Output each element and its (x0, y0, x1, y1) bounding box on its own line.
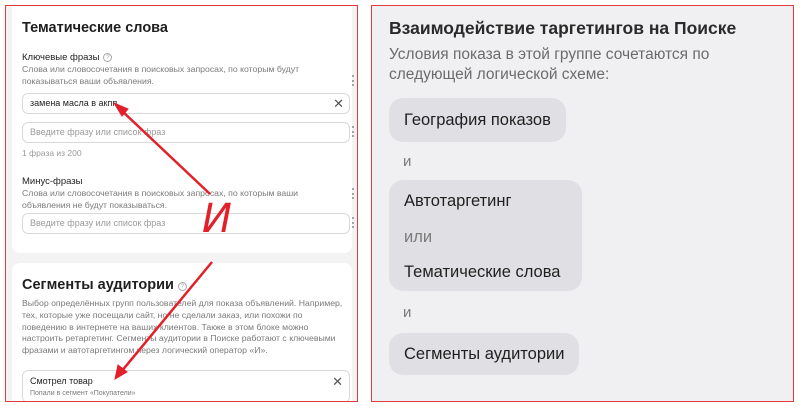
thematic-words-card: Тематические слова Ключевые фразы? Слова… (12, 6, 355, 253)
pill-geography: География показов (389, 98, 566, 142)
keywords-description: Слова или словосочетания в поисковых зап… (22, 64, 300, 86)
segment-subtitle: Попали в сегмент «Покупатели» (30, 390, 136, 397)
more-vertical-icon[interactable] (351, 188, 355, 199)
help-icon[interactable]: ? (103, 53, 113, 62)
remove-segment-icon[interactable]: ✕ (332, 374, 343, 390)
pill-segments: Сегменты аудитории (389, 333, 580, 375)
segment-name: Смотрел товар (30, 376, 93, 386)
more-vertical-icon[interactable] (351, 75, 355, 86)
segment-chip[interactable]: Смотрел товар Попали в сегмент «Покупате… (22, 370, 350, 401)
logic-title: Взаимодействие таргетингов на Поиске (389, 18, 737, 38)
keyword-phrase-input[interactable]: замена масла в акпп ✕ (22, 93, 350, 114)
logic-subtitle: Условия показа в этой группе сочетаются … (389, 46, 710, 83)
autotargeting-label: Автотаргетинг (404, 192, 512, 210)
section-title-audience: Сегменты аудитории? (22, 277, 187, 293)
operator-and: и (403, 153, 412, 170)
section-title-thematic: Тематические слова (22, 20, 168, 36)
pill-autotargeting-or-thematic: Автотаргетинг или Тематические слова (389, 180, 582, 291)
more-vertical-icon[interactable] (351, 126, 355, 137)
clear-icon[interactable]: ✕ (333, 94, 344, 113)
minus-phrase-input[interactable]: Введите фразу или список фраз (22, 213, 350, 234)
operator-or: или (404, 228, 433, 246)
more-vertical-icon[interactable] (351, 217, 355, 228)
right-logic-panel: Взаимодействие таргетингов на Поиске Усл… (371, 5, 794, 402)
new-phrase-input[interactable]: Введите фразу или список фраз (22, 122, 350, 143)
keyword-phrase-value: замена масла в акпп (30, 98, 118, 108)
keywords-label: Ключевые фразы? (22, 52, 113, 63)
minus-phrases-description: Слова или словосочетания в поисковых зап… (22, 188, 299, 210)
help-icon[interactable]: ? (177, 282, 187, 291)
operator-and: и (403, 304, 412, 321)
annotation-and-letter: И (202, 196, 232, 242)
thematic-label: Тематические слова (404, 263, 561, 281)
minus-phrases-label: Минус-фразы (22, 176, 83, 187)
phrase-counter: 1 фраза из 200 (22, 148, 82, 158)
left-screenshot-panel: Тематические слова Ключевые фразы? Слова… (5, 5, 358, 402)
audience-segments-card: Сегменты аудитории? Выбор определённых г… (12, 263, 352, 401)
audience-description: Выбор определённых групп пользователей д… (22, 298, 343, 356)
